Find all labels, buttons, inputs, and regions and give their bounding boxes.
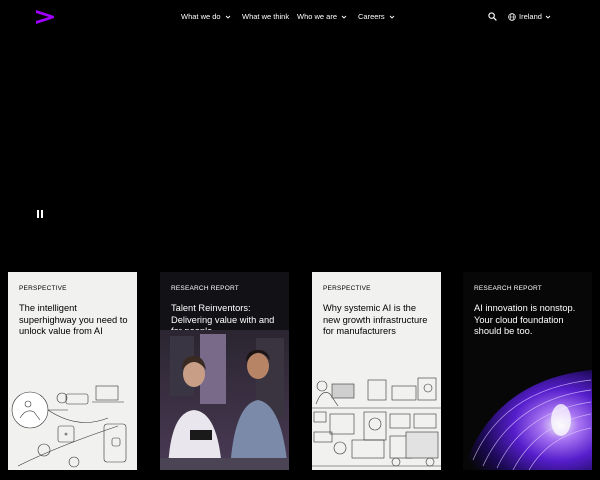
- chevron-down-icon: [341, 15, 347, 19]
- card-talent-reinventors[interactable]: RESEARCH REPORT Talent Reinventors: Deli…: [160, 272, 289, 470]
- card-intelligent-superhighway[interactable]: PERSPECTIVE The intelligent superhighway…: [8, 272, 137, 470]
- card-tag: PERSPECTIVE: [19, 285, 67, 292]
- card-tag: PERSPECTIVE: [323, 285, 371, 292]
- hero-banner: [0, 34, 600, 270]
- region-label: Ireland: [519, 12, 542, 21]
- site-header: What we do What we think Who we are Care…: [0, 0, 600, 34]
- nav-label: Careers: [358, 12, 385, 21]
- card-tag: RESEARCH REPORT: [474, 285, 542, 292]
- pause-bar: [41, 210, 43, 218]
- search-icon[interactable]: [488, 12, 497, 21]
- nav-label: Who we are: [297, 12, 338, 21]
- nav-item-who-we-are[interactable]: Who we are: [297, 12, 347, 21]
- pause-button[interactable]: [37, 210, 43, 218]
- purple-swirl-image: [463, 350, 592, 470]
- people-photo: [160, 330, 289, 470]
- brand-logo-icon[interactable]: [36, 10, 54, 24]
- chevron-down-icon: [545, 15, 551, 19]
- nav-item-what-we-think[interactable]: What we think: [242, 12, 289, 21]
- factory-illustration: [312, 377, 441, 467]
- region-selector[interactable]: Ireland: [508, 12, 551, 21]
- nav-label: What we do: [181, 12, 221, 21]
- chevron-down-icon: [389, 15, 395, 19]
- nav-item-careers[interactable]: Careers: [358, 12, 395, 21]
- nav-label: What we think: [242, 12, 290, 21]
- nav-item-what-we-do[interactable]: What we do: [181, 12, 231, 21]
- chevron-down-icon: [225, 15, 230, 19]
- pause-bar: [37, 210, 39, 218]
- card-cloud-foundation[interactable]: RESEARCH REPORT AI innovation is nonstop…: [463, 272, 592, 470]
- card-title: The intelligent superhighway you need to…: [19, 303, 128, 336]
- line-illustration: [11, 385, 127, 468]
- card-title: AI innovation is nonstop. Your cloud fou…: [474, 303, 576, 336]
- card-title: Why systemic AI is the new growth infras…: [323, 303, 428, 336]
- card-tag: RESEARCH REPORT: [171, 285, 239, 292]
- globe-icon: [508, 12, 516, 21]
- card-systemic-ai[interactable]: PERSPECTIVE Why systemic AI is the new g…: [312, 272, 441, 470]
